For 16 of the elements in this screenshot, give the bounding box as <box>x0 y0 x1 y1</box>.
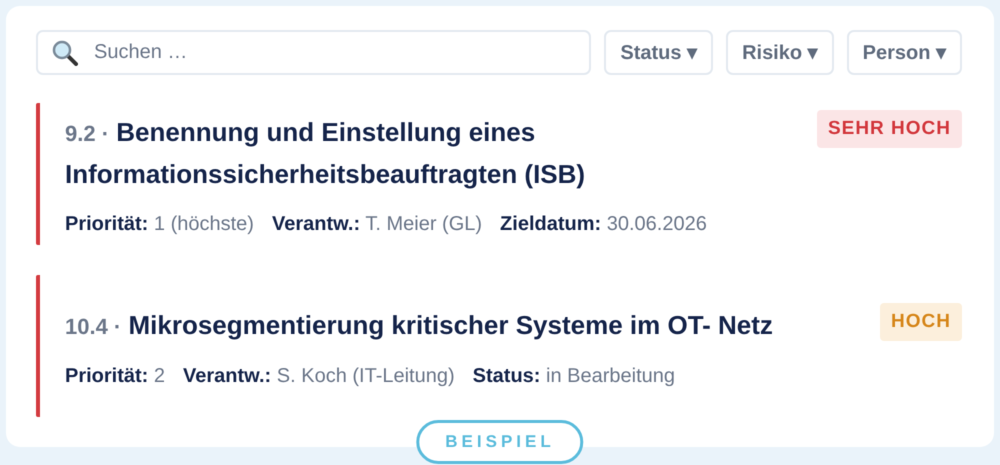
measure-title: 10.4 · Mikrosegmentierung kritischer Systeme im OT- Netz <box>65 308 773 342</box>
example-stamp: BEISPIEL <box>416 420 584 464</box>
meta-field: Priorität: 1 (höchste) <box>65 213 254 236</box>
meta-field: Verantw.: S. Koch (IT-Leitung) <box>183 364 455 388</box>
search-field[interactable]: Suchen … <box>36 30 592 75</box>
meta-field: Verantw.: T. Meier (GL) <box>272 213 482 236</box>
risk-badge: SEHR HOCH <box>816 110 962 148</box>
meta-field: Status: in Bearbeitung <box>472 364 675 388</box>
search-icon <box>52 40 78 66</box>
filter-dropdown[interactable]: Risiko ▾ <box>726 30 834 75</box>
meta-field: Priorität: 2 <box>65 364 166 388</box>
measure-title: 9.2 · Benennung und Einstellung eines Informationssicherheitsbeauftragten (ISB) <box>65 116 586 191</box>
filter-dropdown[interactable]: Person ▾ <box>846 30 962 75</box>
filter-dropdown[interactable]: Status ▾ <box>604 30 714 75</box>
risk-badge: HOCH <box>880 302 962 340</box>
meta-field: Zieldatum: 30.06.2026 <box>500 213 707 236</box>
